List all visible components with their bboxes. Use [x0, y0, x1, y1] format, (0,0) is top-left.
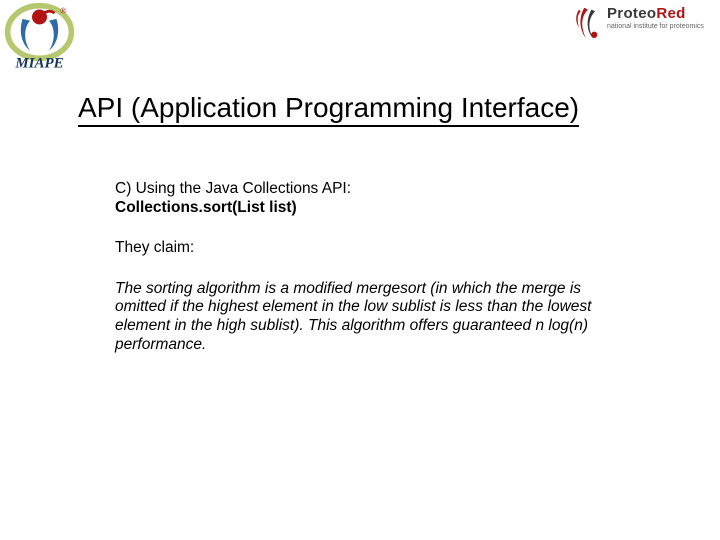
proteored-logo-icon: [573, 6, 601, 42]
claim-body: The sorting algorithm is a modified merg…: [115, 280, 625, 354]
proteored-text-block: ProteoRed national institute for proteom…: [607, 6, 704, 30]
proteored-subtitle: national institute for proteomics: [607, 23, 704, 30]
brand-part1: Proteo: [607, 5, 656, 22]
slide-title: API (Application Programming Interface): [78, 92, 579, 127]
brand-part2: Red: [656, 5, 685, 22]
section-c-header: C) Using the Java Collections API: Colle…: [115, 180, 625, 217]
miape-logo-text: MIAPE: [14, 56, 63, 72]
slide-body: C) Using the Java Collections API: Colle…: [115, 180, 625, 376]
svg-text:®: ®: [60, 5, 67, 15]
lead-line: C) Using the Java Collections API:: [115, 180, 625, 199]
claim-intro: They claim:: [115, 239, 625, 258]
slide: ® MIAPE ProteoRed national institute for…: [0, 0, 720, 540]
miape-logo-icon: ® MIAPE: [2, 2, 77, 77]
miape-logo: ® MIAPE: [2, 2, 77, 77]
proteored-logo: ProteoRed national institute for proteom…: [573, 6, 708, 48]
proteored-brand: ProteoRed: [607, 6, 704, 21]
code-line: Collections.sort(List list): [115, 199, 625, 218]
